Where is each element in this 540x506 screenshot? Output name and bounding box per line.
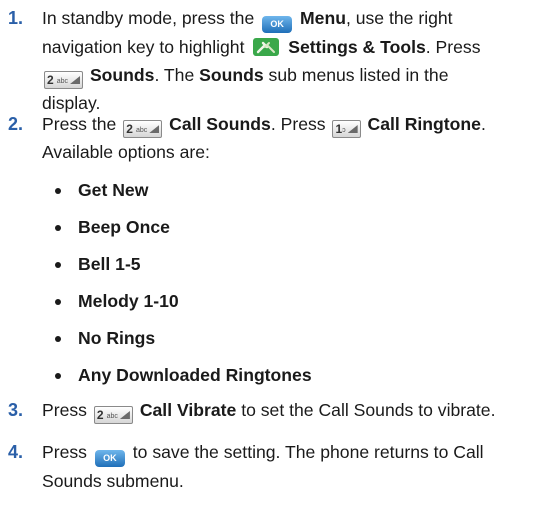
list-item: Bell 1-5 [50,246,312,283]
list-item: Melody 1-10 [50,283,312,320]
key-2-icon: 2 abc [123,120,163,138]
step-text: In standby mode, press the OK Menu, use … [42,8,481,113]
key-2-icon: 2 abc [44,71,84,89]
ok-key-icon: OK [262,16,293,33]
ok-key-icon: OK [94,450,125,467]
list-item: Get New [50,172,312,209]
step-number: 4. [8,442,24,462]
step-text: Press OK to save the setting. The phone … [42,442,484,491]
step-text: Press the 2 abc Call Sounds. Press 1ↄ Ca… [42,114,486,162]
ringtone-options-list: Get New Beep Once Bell 1-5 Melody 1-10 N… [50,172,312,394]
list-item: No Rings [50,320,312,357]
list-item: Any Downloaded Ringtones [50,357,312,394]
step-number: 2. [8,114,24,134]
step-number: 1. [8,8,24,28]
list-item: Beep Once [50,209,312,246]
key-1-icon: 1ↄ [332,120,361,138]
settings-tools-icon [252,37,280,57]
step-number: 3. [8,400,24,420]
step-text: Press 2 abc Call Vibrate to set the Call… [42,400,496,424]
key-2-icon: 2 abc [93,406,133,424]
instruction-page: 1. In standby mode, press the OK Menu, u… [0,0,540,506]
